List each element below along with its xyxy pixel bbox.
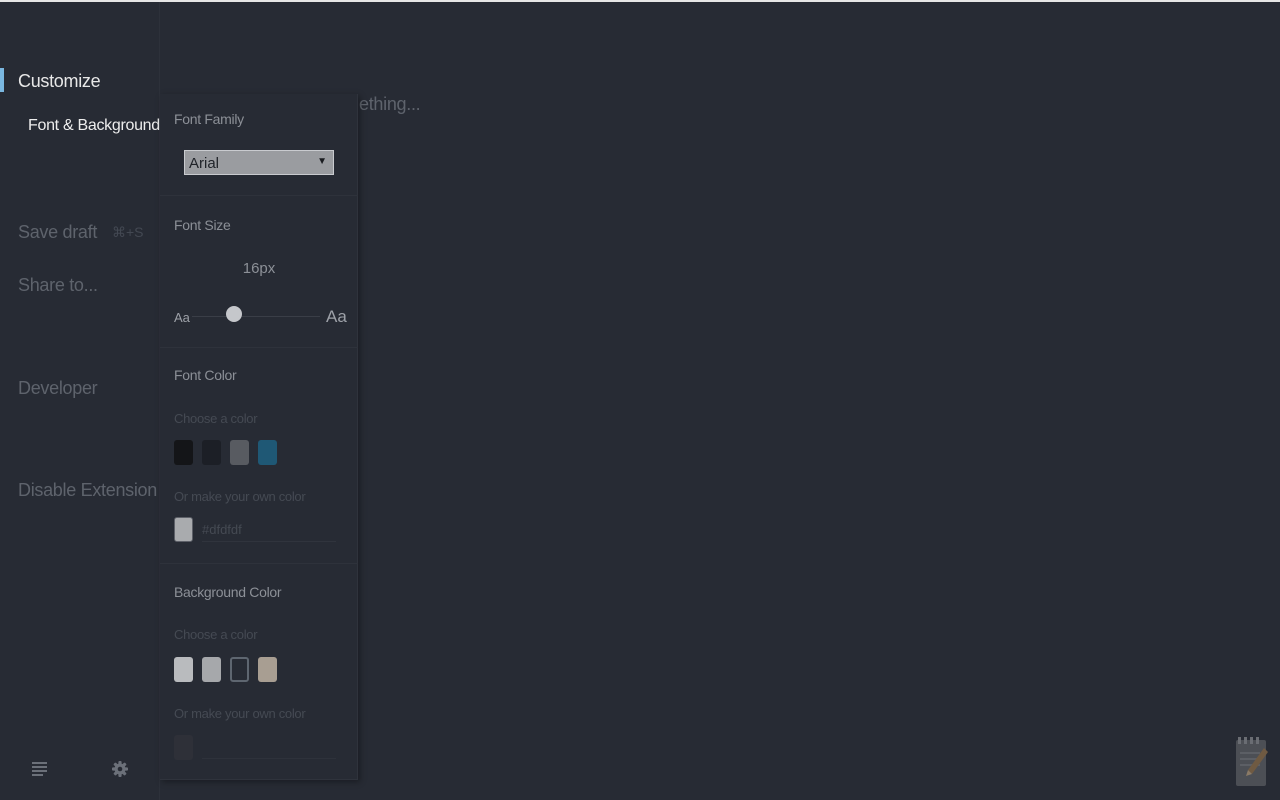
font-family-select[interactable]: Arial ▼ [184,150,334,175]
font-family-section: Font Family Arial ▼ [160,94,358,196]
font-color-title: Font Color [174,367,237,383]
sidebar-item-font-background[interactable]: Font & Background [28,117,160,135]
sidebar-item-disable-extension[interactable]: Disable Extension [18,480,157,501]
font-family-value: Arial [189,155,220,172]
font-color-choose-label: Choose a color [174,411,258,426]
background-swatch-tan[interactable] [258,657,277,682]
customize-panel: Font Family Arial ▼ Font Size 16px Aa Aa… [160,94,358,780]
font-size-slider-thumb[interactable] [226,306,242,322]
font-size-small-label: Aa [174,310,190,325]
font-color-swatch-black[interactable] [174,440,193,465]
save-shortcut-hint: ⌘+S [112,224,144,240]
editor-placeholder[interactable]: ething... [359,94,421,115]
background-hex-input[interactable] [202,758,336,759]
active-indicator [0,68,4,92]
font-color-custom-swatch[interactable] [174,517,193,542]
sidebar-item-share[interactable]: Share to... [18,275,98,296]
list-icon[interactable] [30,758,50,780]
background-custom-swatch[interactable] [174,735,193,760]
notepad-pencil-icon[interactable] [1234,734,1268,788]
background-color-own-label: Or make your own color [174,706,306,721]
background-color-title: Background Color [174,584,282,600]
font-color-own-label: Or make your own color [174,489,306,504]
font-color-swatch-gray[interactable] [230,440,249,465]
sidebar: Customize Font & Background Save draft ⌘… [0,2,160,800]
background-color-choose-label: Choose a color [174,627,258,642]
background-swatch-gray[interactable] [202,657,221,682]
font-size-value: 16px [242,260,276,277]
background-color-section: Background Color Choose a color Or make … [160,564,358,780]
font-color-section: Font Color Choose a color Or make your o… [160,348,358,564]
font-color-hex-input[interactable] [202,518,336,542]
font-color-swatch-blue[interactable] [258,440,277,465]
sidebar-item-customize[interactable]: Customize [18,71,101,92]
chevron-down-icon: ▼ [317,156,327,167]
font-color-swatch-dark[interactable] [202,440,221,465]
font-size-title: Font Size [174,217,231,233]
background-swatch-dark-selected[interactable] [230,657,249,682]
font-size-large-label: Aa [326,307,347,326]
font-family-title: Font Family [174,111,244,127]
sidebar-item-save-draft[interactable]: Save draft [18,222,97,243]
sidebar-item-developer[interactable]: Developer [18,378,98,399]
font-size-slider-track[interactable] [192,316,320,317]
top-border [0,0,1280,2]
background-swatch-light-gray[interactable] [174,657,193,682]
gear-icon[interactable] [110,758,130,780]
